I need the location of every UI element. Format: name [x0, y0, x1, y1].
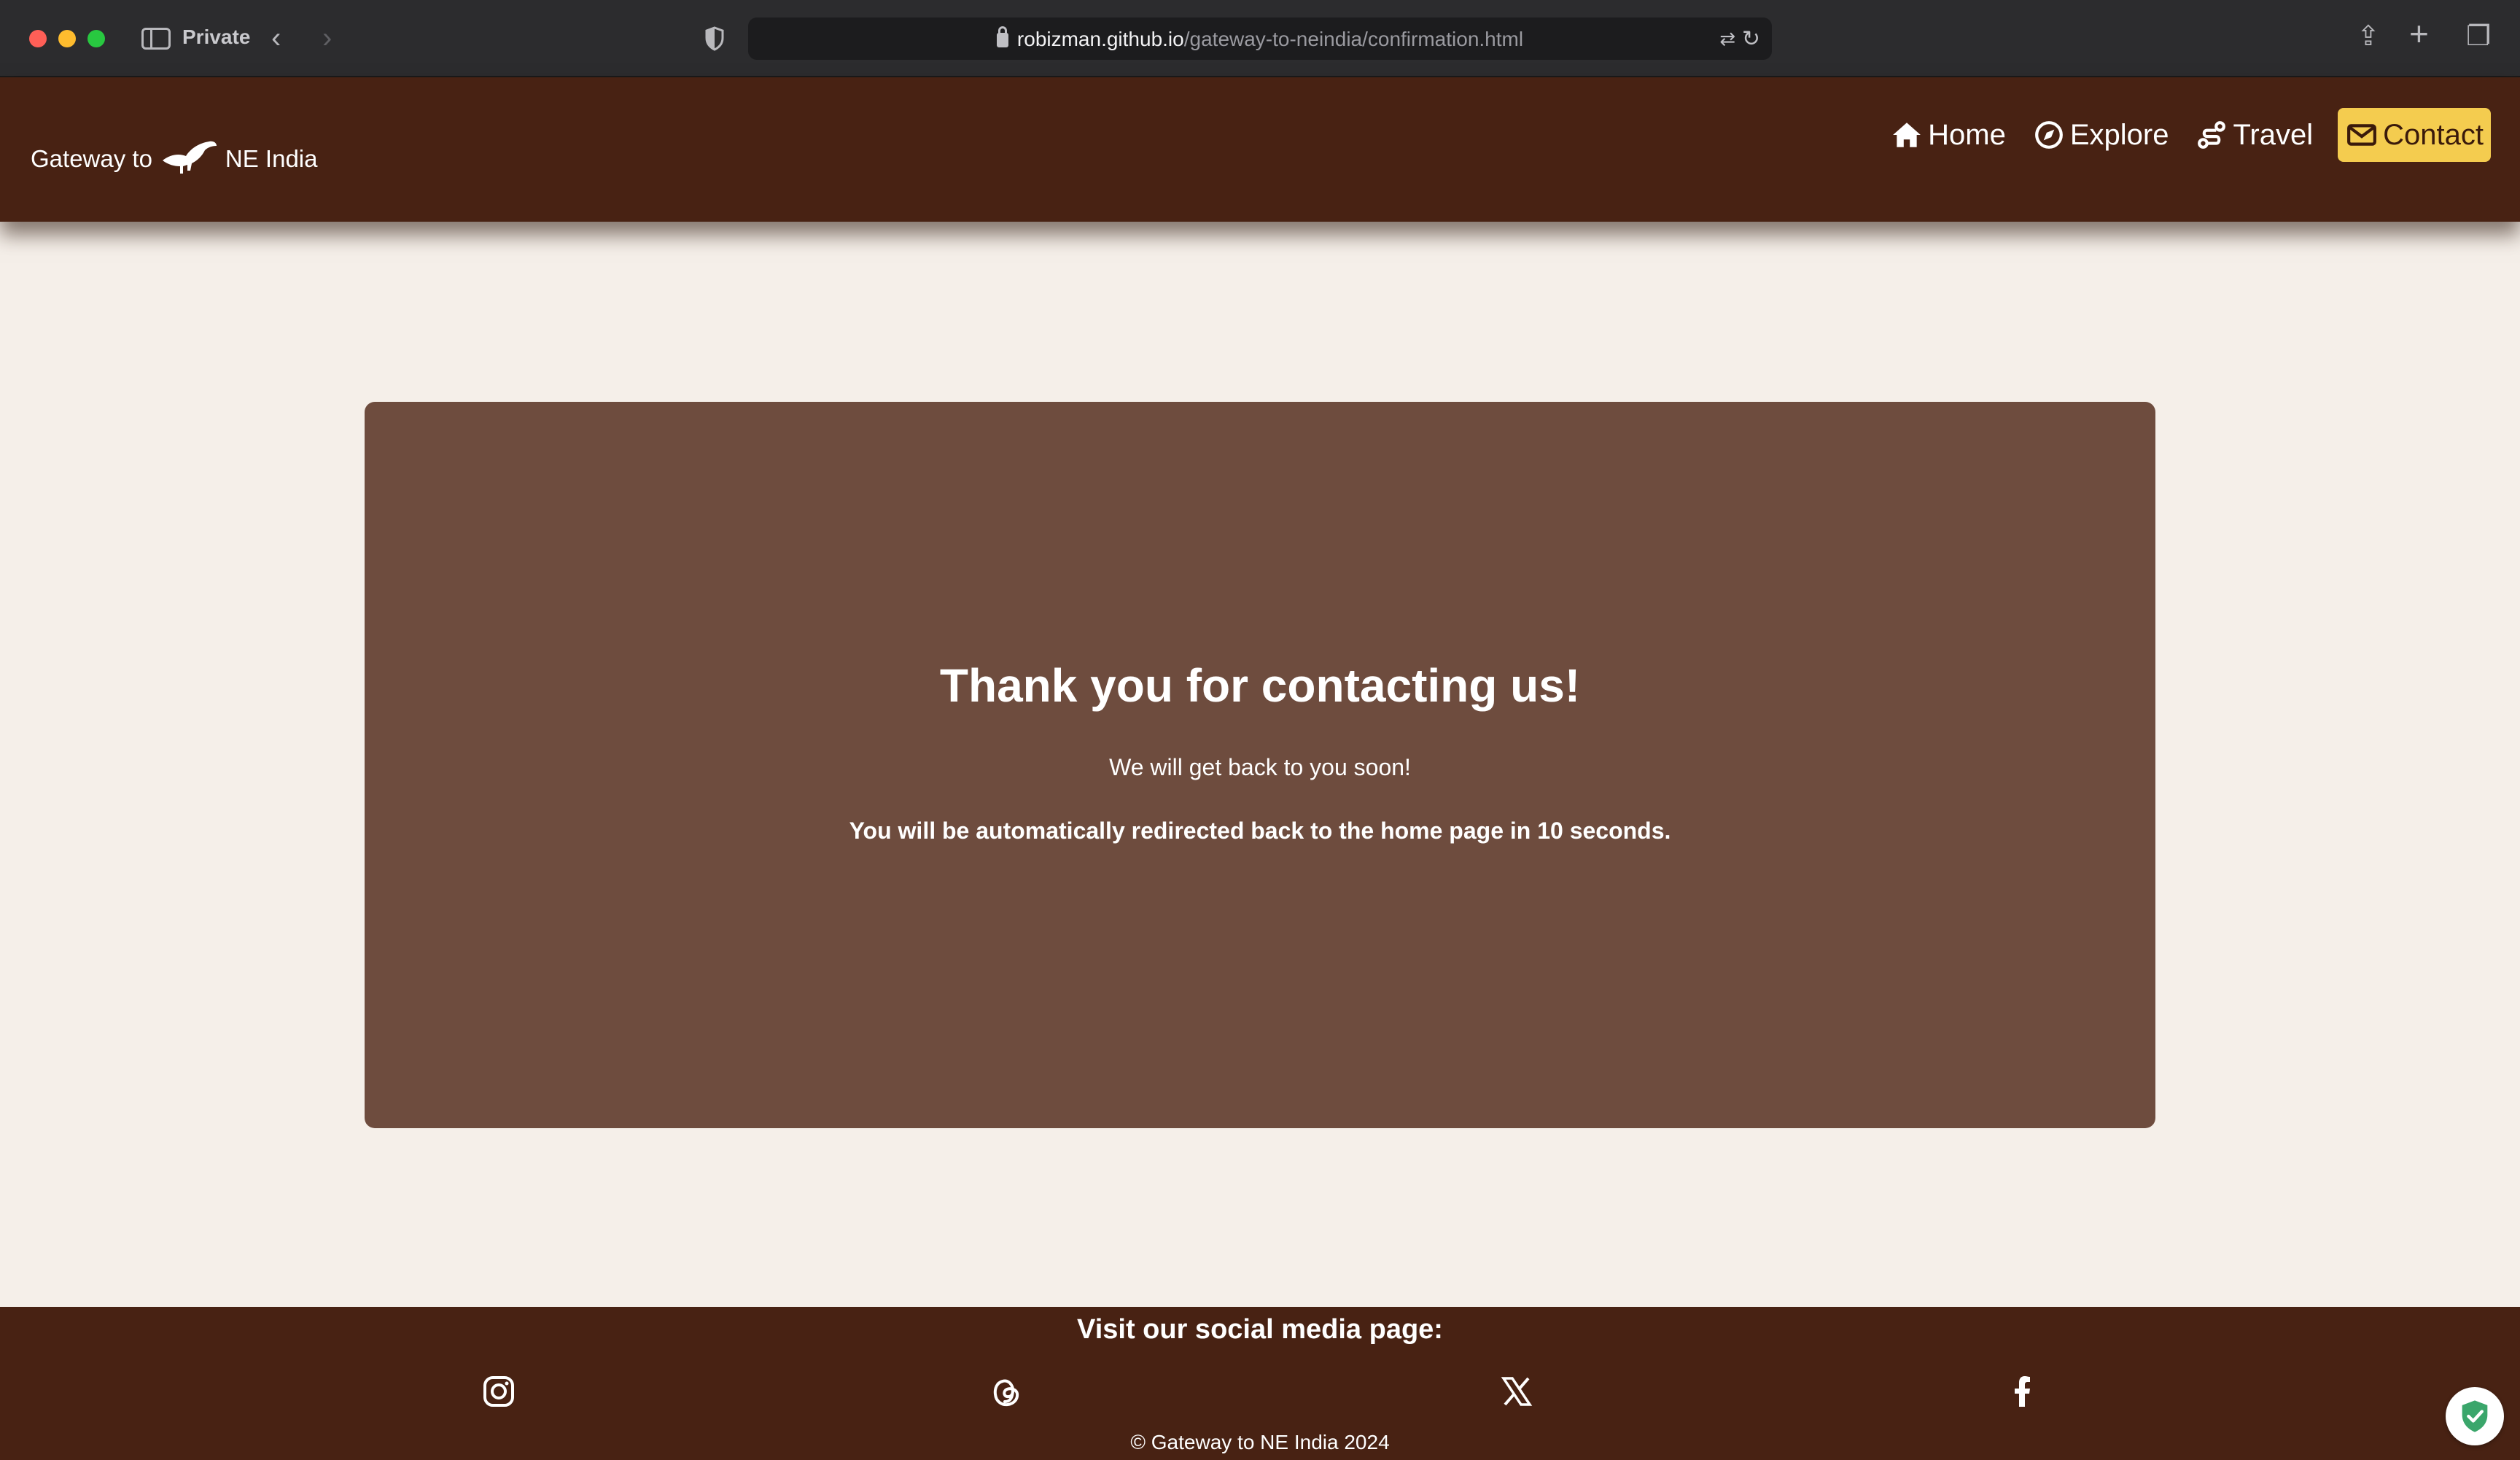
nav-travel-label: Travel [2233, 118, 2314, 151]
route-icon [2198, 121, 2226, 149]
nav-explore[interactable]: Explore [2031, 108, 2172, 162]
privacy-shield-icon[interactable] [704, 26, 725, 51]
tab-overview-icon[interactable]: ❐ [2466, 20, 2491, 53]
nav-travel[interactable]: Travel [2193, 108, 2316, 162]
reload-icon[interactable]: ↻ [1742, 26, 1760, 52]
facebook-icon [2015, 1376, 2030, 1407]
nav-home[interactable]: Home [1889, 108, 2009, 162]
lock-icon [996, 26, 1008, 47]
site-logo[interactable]: Gateway to NE India [31, 139, 318, 179]
url-display: robizman.github.io/gateway-to-neindia/co… [748, 26, 1772, 51]
x-icon [1501, 1377, 1533, 1406]
new-tab-icon[interactable]: + [2409, 17, 2429, 50]
private-mode-label: Private [182, 26, 251, 48]
translate-icon[interactable]: ⇄ [1719, 28, 1735, 50]
forward-arrow-icon[interactable]: › [322, 22, 332, 54]
confirmation-card: Thank you for contacting us! We will get… [365, 402, 2155, 1128]
shield-check-icon [2462, 1400, 2488, 1432]
sidebar-toggle-icon[interactable] [141, 28, 171, 50]
browser-toolbar: Private ‹ › robizman.github.io/gateway-t… [0, 0, 2520, 77]
brand-prefix: Gateway to [31, 145, 152, 172]
back-arrow-icon[interactable]: ‹ [271, 22, 281, 54]
confirmation-message: We will get back to you soon! [1109, 754, 1411, 780]
facebook-link[interactable] [2005, 1374, 2040, 1409]
instagram-icon [483, 1376, 514, 1407]
x-link[interactable] [1499, 1374, 1534, 1409]
brand-suffix: NE India [225, 145, 318, 172]
url-host: robizman.github.io [1016, 28, 1184, 50]
zoom-window-button[interactable] [88, 30, 105, 47]
threads-link[interactable] [989, 1374, 1024, 1409]
minimize-window-button[interactable] [58, 30, 76, 47]
instagram-link[interactable] [481, 1374, 516, 1409]
security-extension-badge[interactable] [2446, 1387, 2504, 1445]
threads-icon [993, 1379, 1019, 1407]
nav-contact-label: Contact [2383, 118, 2484, 151]
social-heading: Visit our social media page: [1077, 1314, 1443, 1345]
site-footer: Visit our social media page: © Gateway t… [0, 1307, 2520, 1460]
address-bar[interactable]: robizman.github.io/gateway-to-neindia/co… [748, 18, 1772, 60]
close-window-button[interactable] [29, 30, 47, 47]
home-icon [1893, 123, 1921, 147]
copyright-text: © Gateway to NE India 2024 [1130, 1431, 1390, 1453]
redirect-notice: You will be automatically redirected bac… [849, 818, 1671, 844]
share-icon[interactable]: ⇪ [2357, 20, 2380, 53]
compass-icon [2034, 121, 2063, 149]
nav-contact[interactable]: Contact [2338, 108, 2491, 162]
nav-explore-label: Explore [2069, 118, 2169, 151]
site-header: Gateway to NE India Home Explore Travel … [0, 77, 2520, 222]
main-nav: Home Explore Travel Contact [1867, 108, 2491, 162]
nav-home-label: Home [1928, 118, 2006, 151]
confirmation-title: Thank you for contacting us! [939, 659, 1581, 712]
browser-window: Private ‹ › robizman.github.io/gateway-t… [0, 0, 2520, 1460]
hornbill-bird-icon [162, 141, 217, 174]
envelope-icon [2347, 124, 2377, 146]
url-path: /gateway-to-neindia/confirmation.html [1183, 28, 1524, 50]
